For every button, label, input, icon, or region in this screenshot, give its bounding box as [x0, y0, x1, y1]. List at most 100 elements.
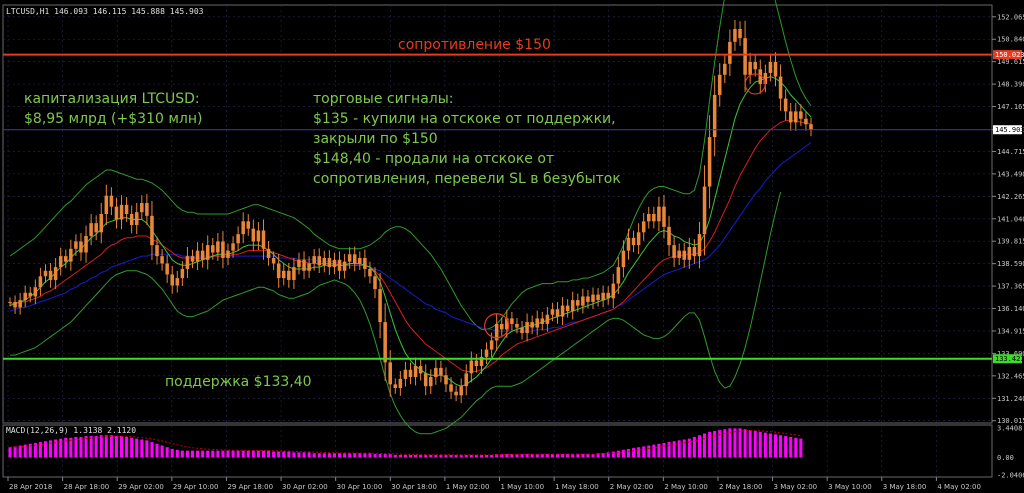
candle-body — [687, 246, 692, 260]
price-tick-label: 142.265 — [997, 193, 1024, 201]
candle-body — [53, 267, 58, 280]
candle-body — [69, 248, 73, 262]
candle-body — [773, 61, 778, 77]
candle-body — [129, 214, 134, 225]
candle-body — [413, 366, 418, 378]
candle-body — [180, 268, 185, 279]
candle-body — [586, 296, 590, 302]
candle-body — [317, 256, 322, 266]
candle-body — [251, 228, 256, 242]
candle-body — [464, 373, 469, 387]
candle-body — [804, 118, 808, 125]
price-tick-label: 141.040 — [997, 215, 1024, 223]
candle-body — [266, 248, 271, 258]
candle-body — [499, 323, 504, 330]
cap-line2: $8,95 млрд (+$310 млн) — [24, 111, 202, 127]
time-tick-label: 3 May 10:00 — [828, 483, 872, 491]
time-tick-label: 29 Apr 18:00 — [227, 483, 273, 491]
candle-body — [74, 241, 78, 249]
candle-body — [550, 309, 555, 315]
macd-tick-label: 3.4408 — [997, 425, 1022, 433]
candle-body — [596, 294, 600, 301]
price-tick-label: 139.815 — [997, 238, 1024, 246]
candle-body — [474, 360, 479, 367]
time-tick-label: 4 May 02:00 — [937, 483, 981, 491]
candle-body — [226, 250, 230, 258]
candle-body — [530, 322, 534, 328]
candle-body — [748, 61, 752, 75]
candle-body — [738, 28, 742, 39]
candle-body — [393, 384, 398, 389]
candle-body — [79, 241, 83, 253]
candle-body — [89, 223, 93, 236]
signals-line4: $148,40 - продали на отскоке от — [313, 151, 554, 167]
candle-body — [560, 305, 565, 317]
candle-body — [753, 61, 757, 70]
candle-body — [373, 276, 377, 290]
candle-body — [63, 256, 68, 262]
candle-body — [246, 221, 251, 229]
candle-body — [256, 230, 261, 242]
price-tick-label: 147.165 — [997, 103, 1024, 111]
signals-line2: $135 - купили на отскоке от поддержки, — [313, 111, 616, 127]
candle-body — [236, 234, 240, 244]
candle-body — [307, 263, 311, 271]
price-tick-label: 137.365 — [997, 283, 1024, 291]
candle-body — [611, 283, 616, 299]
time-tick-label: 3 May 18:00 — [883, 483, 927, 491]
candle-body — [358, 257, 362, 264]
price-tick-label: 134.915 — [997, 327, 1024, 335]
time-tick-label: 28 Apr 2018 — [9, 483, 52, 491]
candle-body — [535, 318, 540, 328]
candle-body — [312, 256, 316, 264]
candle-body — [332, 259, 337, 268]
candle-body — [489, 340, 494, 350]
candle-body — [641, 221, 646, 233]
candle-body — [444, 375, 448, 385]
candle-body — [276, 263, 281, 279]
candle-body — [601, 292, 605, 301]
candle-body — [581, 296, 585, 306]
current-price-tag: 145.903 — [993, 125, 1024, 135]
candle-body — [672, 245, 676, 258]
time-tick-label: 29 Apr 02:00 — [118, 483, 164, 491]
candle-body — [8, 301, 12, 303]
candle-body — [809, 124, 813, 130]
price-tick-label: 132.465 — [997, 372, 1024, 380]
time-tick-label: 30 Apr 02:00 — [282, 483, 328, 491]
candle-body — [667, 226, 671, 246]
svg-text:150.023: 150.023 — [995, 51, 1024, 59]
candle-body — [58, 256, 63, 268]
candle-body — [733, 28, 737, 42]
price-tick-label: 136.140 — [997, 305, 1024, 313]
candle-body — [104, 195, 109, 214]
candle-body — [134, 212, 139, 225]
candle-body — [449, 384, 453, 392]
time-tick-label: 3 May 02:00 — [774, 483, 818, 491]
time-tick-label: 29 Apr 10:00 — [173, 483, 219, 491]
candle-body — [170, 274, 175, 286]
candle-body — [48, 270, 53, 280]
candle-body — [124, 204, 129, 214]
candle-body — [200, 250, 205, 260]
candle-body — [712, 94, 717, 138]
candle-body — [697, 234, 702, 257]
candle-body — [606, 292, 610, 299]
candle-body — [281, 270, 286, 279]
candle-body — [484, 349, 489, 357]
candle-body — [302, 259, 306, 271]
candle-body — [231, 243, 235, 251]
candle-body — [241, 221, 245, 235]
trading-chart[interactable]: LTCUSD,H1 146.093 146.115 145.888 145.90… — [0, 0, 1024, 493]
time-tick-label: 28 Apr 18:00 — [64, 483, 110, 491]
candle-body — [707, 137, 712, 187]
candle-body — [140, 203, 144, 213]
resistance-price-tag: 150.023 — [993, 50, 1024, 60]
candle-body — [221, 241, 225, 258]
candle-body — [211, 245, 215, 253]
candle-body — [469, 360, 474, 374]
price-tick-label: 144.715 — [997, 148, 1024, 156]
candle-body — [423, 373, 428, 387]
candle-body — [768, 61, 773, 73]
candle-body — [540, 318, 545, 324]
